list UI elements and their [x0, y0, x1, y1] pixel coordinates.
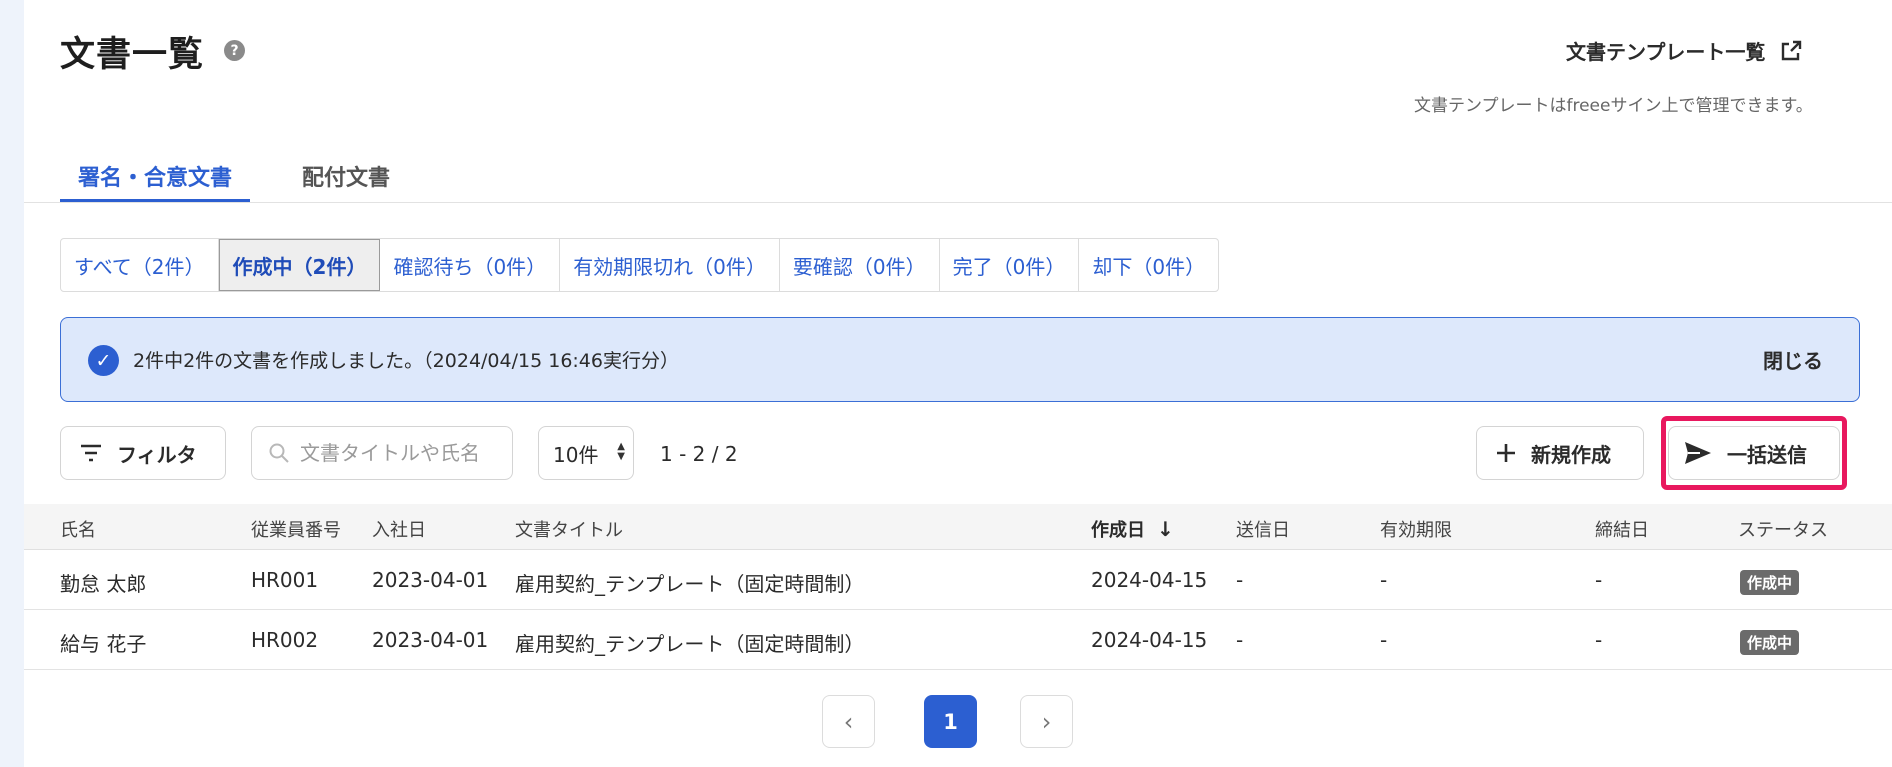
new-document-label: 新規作成: [1531, 442, 1611, 467]
cell-doc-title: 雇用契約_テンプレート（固定時間制）: [515, 632, 865, 656]
col-doc-title: 文書タイトル: [515, 520, 623, 541]
cell-created: 2024-04-15: [1091, 628, 1208, 652]
status-tab-expired[interactable]: 有効期限切れ（0件）: [560, 239, 780, 291]
status-filter-tabs: すべて（2件） 作成中（2件） 確認待ち（0件） 有効期限切れ（0件） 要確認（…: [60, 238, 1220, 292]
col-created: 作成日: [1091, 520, 1145, 541]
bulk-send-button[interactable]: 一括送信: [1668, 426, 1840, 480]
status-tab-draft[interactable]: 作成中（2件）: [218, 239, 381, 291]
page-title: 文書一覧: [60, 35, 205, 75]
col-sent: 送信日: [1236, 520, 1290, 541]
success-banner: ✓ 2件中2件の文書を作成しました。（2024/04/15 16:46実行分） …: [60, 317, 1860, 402]
filter-icon: [81, 444, 101, 462]
status-tab-rejected[interactable]: 却下（0件）: [1079, 239, 1218, 291]
status-tab-all[interactable]: すべて（2件）: [61, 239, 219, 291]
tab-signature-documents[interactable]: 署名・合意文書: [60, 160, 251, 202]
status-badge: 作成中: [1740, 630, 1800, 655]
col-join-date: 入社日: [372, 520, 426, 541]
cell-join-date: 2023-04-01: [372, 628, 489, 652]
cell-name: 給与 花子: [60, 632, 147, 656]
per-page-value: 10件: [553, 442, 599, 467]
new-document-button[interactable]: 新規作成: [1476, 426, 1644, 480]
col-employee-no: 従業員番号: [251, 520, 341, 541]
status-tab-awaiting[interactable]: 確認待ち（0件）: [380, 239, 561, 291]
col-name: 氏名: [60, 520, 96, 541]
status-tab-needs-review[interactable]: 要確認（0件）: [780, 239, 940, 291]
cell-employee-no: HR002: [251, 628, 319, 652]
cell-created: 2024-04-15: [1091, 568, 1208, 592]
bulk-send-label: 一括送信: [1727, 442, 1807, 467]
col-expiry: 有効期限: [1380, 520, 1452, 541]
send-icon: [1685, 442, 1711, 464]
template-list-link[interactable]: 文書テンプレート一覧: [1566, 36, 1803, 65]
col-created-sort[interactable]: 作成日 ↓: [1091, 516, 1174, 542]
cell-concluded: -: [1595, 568, 1603, 592]
template-list-label: 文書テンプレート一覧: [1566, 40, 1766, 64]
tab-distribution-documents[interactable]: 配付文書: [302, 160, 390, 202]
banner-message: 2件中2件の文書を作成しました。（2024/04/15 16:46実行分）: [133, 350, 679, 372]
cell-employee-no: HR001: [251, 568, 319, 592]
pager-page-1[interactable]: 1: [924, 695, 977, 748]
table-header: 氏名 従業員番号 入社日 文書タイトル 作成日 ↓ 送信日 有効期限 締結日 ス…: [24, 504, 1892, 550]
template-note: 文書テンプレートはfreeeサイン上で管理できます。: [1414, 96, 1813, 116]
filter-button[interactable]: フィルタ: [60, 426, 226, 480]
check-circle-icon: ✓: [88, 345, 119, 376]
documents-table: 氏名 従業員番号 入社日 文書タイトル 作成日 ↓ 送信日 有効期限 締結日 ス…: [24, 504, 1892, 670]
pager-prev-button[interactable]: ‹: [822, 695, 875, 748]
cell-expiry: -: [1380, 568, 1388, 592]
table-row[interactable]: 勤怠 太郎 HR001 2023-04-01 雇用契約_テンプレート（固定時間制…: [24, 550, 1892, 610]
cell-concluded: -: [1595, 628, 1603, 652]
search-input[interactable]: [300, 441, 500, 465]
external-link-icon: [1782, 40, 1802, 60]
table-row[interactable]: 給与 花子 HR002 2023-04-01 雇用契約_テンプレート（固定時間制…: [24, 610, 1892, 670]
result-range: 1 - 2 / 2: [660, 442, 738, 466]
search-icon: [269, 443, 289, 463]
main-panel: 文書一覧 ? 文書テンプレート一覧 文書テンプレートはfreeeサイン上で管理で…: [24, 0, 1892, 767]
cell-expiry: -: [1380, 628, 1388, 652]
filter-label: フィルタ: [117, 442, 197, 467]
per-page-select[interactable]: 10件 ▲ ▼: [538, 426, 634, 480]
select-arrows-icon: ▲ ▼: [617, 441, 625, 462]
col-concluded: 締結日: [1595, 520, 1649, 541]
cell-doc-title: 雇用契約_テンプレート（固定時間制）: [515, 572, 865, 596]
pager-next-button[interactable]: ›: [1020, 695, 1073, 748]
cell-join-date: 2023-04-01: [372, 568, 489, 592]
status-tab-completed[interactable]: 完了（0件）: [940, 239, 1080, 291]
banner-close-button[interactable]: 閉じる: [1763, 345, 1823, 374]
search-field[interactable]: [251, 426, 513, 480]
col-status: ステータス: [1738, 520, 1828, 541]
help-icon[interactable]: ?: [224, 40, 245, 61]
cell-name: 勤怠 太郎: [60, 572, 147, 596]
plus-icon: [1497, 444, 1515, 462]
arrow-down-icon: ↓: [1157, 517, 1174, 541]
cell-sent: -: [1236, 628, 1244, 652]
main-tabs: 署名・合意文書 配付文書: [24, 150, 1892, 203]
cell-sent: -: [1236, 568, 1244, 592]
status-badge: 作成中: [1740, 570, 1800, 595]
